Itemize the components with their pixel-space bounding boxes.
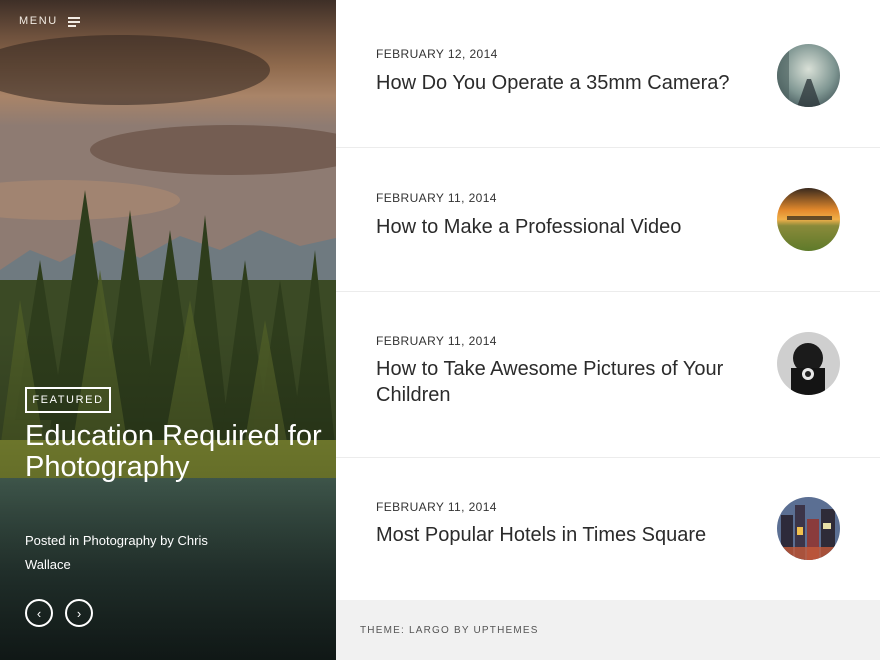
post-title[interactable]: Most Popular Hotels in Times Square <box>376 522 756 548</box>
post-date: FEBRUARY 11, 2014 <box>376 191 497 205</box>
post-thumbnail[interactable] <box>777 44 840 107</box>
post-item[interactable]: FEBRUARY 11, 2014 Most Popular Hotels in… <box>336 458 880 600</box>
post-item[interactable]: FEBRUARY 11, 2014 How to Take Awesome Pi… <box>336 292 880 458</box>
post-list: FEBRUARY 12, 2014 How Do You Operate a 3… <box>336 0 880 600</box>
page: MENU FEATURED Education Required for Pho… <box>0 0 880 660</box>
post-thumbnail[interactable] <box>777 332 840 395</box>
meta-by: by <box>156 533 178 548</box>
category-link[interactable]: Photography <box>83 533 157 548</box>
featured-hero[interactable]: MENU FEATURED Education Required for Pho… <box>0 0 336 660</box>
hamburger-icon <box>67 16 80 27</box>
menu-button[interactable]: MENU <box>19 15 80 27</box>
menu-label: MENU <box>19 15 58 27</box>
post-date: FEBRUARY 11, 2014 <box>376 334 497 348</box>
post-title[interactable]: How Do You Operate a 35mm Camera? <box>376 70 756 96</box>
featured-post-meta: Posted in Photography by Chris Wallace <box>25 529 255 577</box>
post-item[interactable]: FEBRUARY 12, 2014 How Do You Operate a 3… <box>336 0 880 148</box>
post-thumbnail[interactable] <box>777 188 840 251</box>
next-slide-button[interactable]: › <box>65 599 93 627</box>
post-thumbnail[interactable] <box>777 497 840 560</box>
featured-badge: FEATURED <box>25 387 111 413</box>
post-date: FEBRUARY 11, 2014 <box>376 500 497 514</box>
meta-prefix: Posted in <box>25 533 83 548</box>
chevron-left-icon: ‹ <box>36 605 42 621</box>
post-item[interactable]: FEBRUARY 11, 2014 How to Make a Professi… <box>336 148 880 292</box>
footer: THEME: LARGO BY UPTHEMES <box>336 600 880 660</box>
post-title[interactable]: How to Make a Professional Video <box>376 214 756 240</box>
footer-credit-link[interactable]: THEME: LARGO BY UPTHEMES <box>360 625 539 636</box>
post-date: FEBRUARY 12, 2014 <box>376 47 498 61</box>
post-title[interactable]: How to Take Awesome Pictures of Your Chi… <box>376 356 756 408</box>
featured-post-title[interactable]: Education Required for Photography <box>25 421 325 483</box>
previous-slide-button[interactable]: ‹ <box>25 599 53 627</box>
chevron-right-icon: › <box>76 605 82 621</box>
